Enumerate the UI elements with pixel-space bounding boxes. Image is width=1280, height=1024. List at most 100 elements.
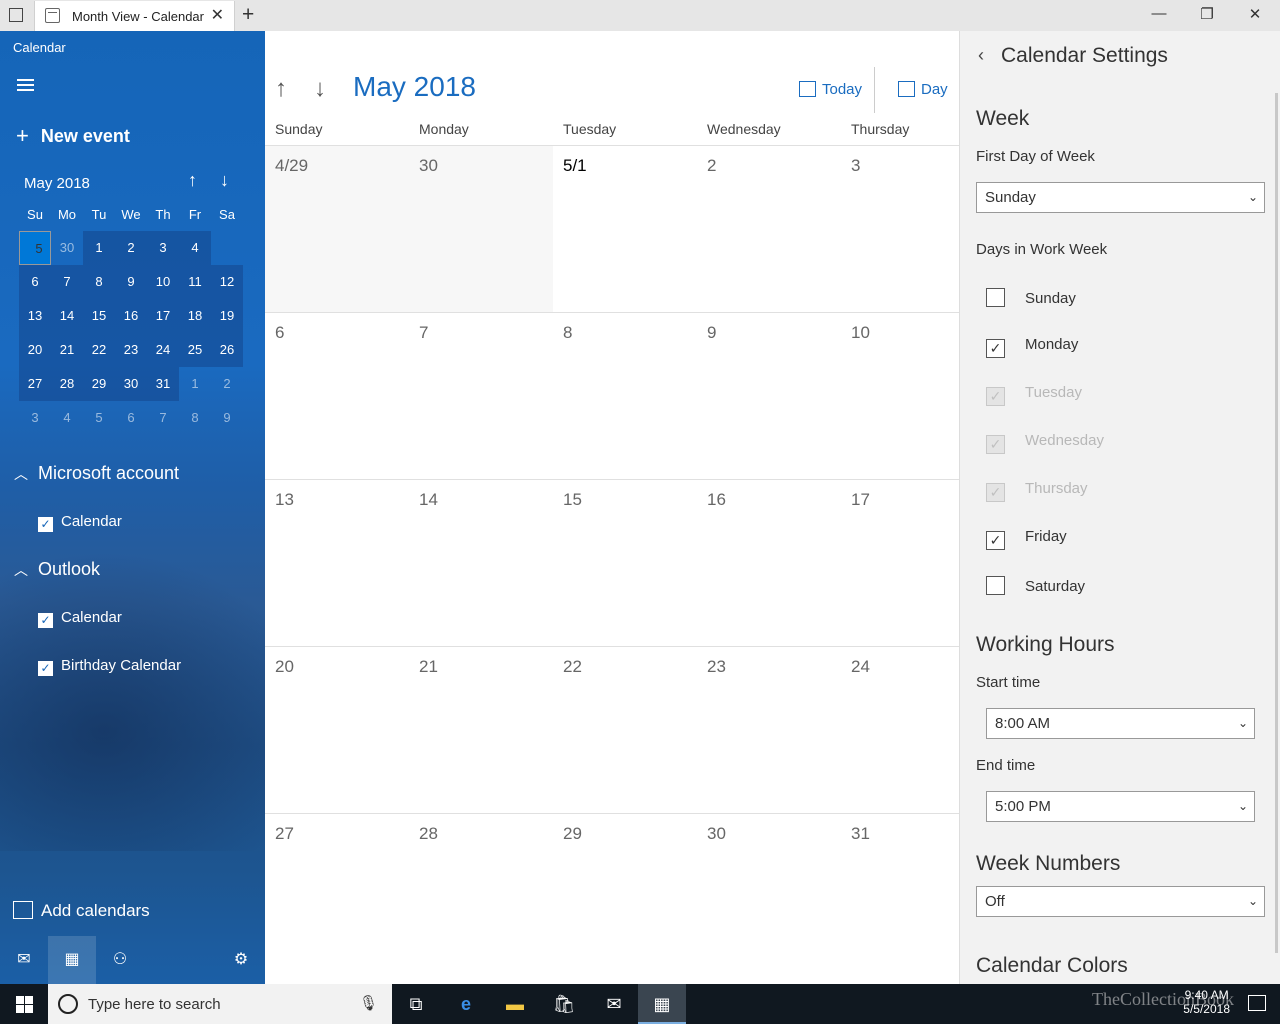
mini-calendar-day[interactable]: 26: [211, 333, 243, 367]
mini-calendar-day[interactable]: 8: [179, 401, 211, 435]
clock[interactable]: 9:40 AM 5/5/2018: [1183, 988, 1230, 1016]
new-event-button[interactable]: + New event: [16, 123, 130, 149]
prev-month-arrow-icon[interactable]: ↑: [275, 75, 287, 103]
new-tab-button[interactable]: +: [242, 3, 254, 27]
checkbox-unchecked-icon[interactable]: [986, 576, 1005, 595]
checkbox-checked-icon[interactable]: ✓: [38, 661, 53, 676]
day-view-button[interactable]: Day: [898, 81, 948, 98]
workday-checkbox-saturday[interactable]: Saturday: [986, 576, 1085, 595]
mini-calendar-day[interactable]: 6: [115, 401, 147, 435]
mini-calendar-day[interactable]: 18: [179, 299, 211, 333]
mini-calendar-day[interactable]: 7: [51, 265, 83, 299]
mini-calendar-day[interactable]: 12: [211, 265, 243, 299]
day-cell[interactable]: 5/1: [553, 146, 697, 312]
workday-checkbox-monday[interactable]: ✓ Monday: [986, 336, 1078, 358]
mail-app-icon[interactable]: ✉: [590, 984, 638, 1024]
mail-icon[interactable]: ✉: [0, 936, 48, 984]
mini-calendar-day[interactable]: 15: [83, 299, 115, 333]
day-cell[interactable]: 21: [409, 647, 553, 813]
day-cell[interactable]: 16: [697, 480, 841, 646]
day-cell[interactable]: 14: [409, 480, 553, 646]
mini-calendar-day[interactable]: 5: [19, 231, 51, 265]
minimize-button[interactable]: —: [1144, 5, 1174, 22]
day-cell[interactable]: 7: [409, 313, 553, 479]
mini-calendar-day[interactable]: 5: [83, 401, 115, 435]
mini-calendar-day[interactable]: 1: [179, 367, 211, 401]
calendar-item[interactable]: ✓ Calendar: [38, 609, 122, 628]
day-cell[interactable]: 24: [841, 647, 959, 813]
day-cell[interactable]: 23: [697, 647, 841, 813]
first-day-select[interactable]: Sunday ⌄: [976, 182, 1265, 213]
settings-gear-icon[interactable]: ⚙: [217, 936, 265, 984]
mini-calendar-day[interactable]: 11: [179, 265, 211, 299]
mini-calendar-day[interactable]: 4: [51, 401, 83, 435]
calendar-nav-icon[interactable]: ▦: [48, 936, 96, 984]
day-cell[interactable]: 13: [265, 480, 409, 646]
close-window-button[interactable]: ✕: [1240, 5, 1270, 23]
mini-calendar-day[interactable]: 16: [115, 299, 147, 333]
day-cell[interactable]: 27: [265, 814, 409, 980]
day-cell[interactable]: 29: [553, 814, 697, 980]
start-time-select[interactable]: 8:00 AM ⌄: [986, 708, 1255, 739]
mini-calendar-day[interactable]: 9: [211, 401, 243, 435]
close-tab-icon[interactable]: ✕: [211, 5, 224, 25]
mini-calendar-day[interactable]: 2: [211, 367, 243, 401]
next-month-arrow-icon[interactable]: ↓: [314, 75, 326, 103]
checkbox-checked-icon[interactable]: ✓: [986, 531, 1005, 550]
day-cell[interactable]: 20: [265, 647, 409, 813]
file-explorer-icon[interactable]: ▬: [491, 984, 539, 1024]
day-cell[interactable]: 15: [553, 480, 697, 646]
mini-calendar-day[interactable]: 27: [19, 367, 51, 401]
hamburger-menu-icon[interactable]: [17, 79, 34, 91]
tab-actions-icon[interactable]: [9, 8, 23, 22]
mini-calendar-day[interactable]: 1: [83, 231, 115, 265]
mini-calendar-day[interactable]: 21: [51, 333, 83, 367]
taskbar-search[interactable]: Type here to search 🎙: [48, 984, 392, 1024]
mini-calendar-title[interactable]: May 2018: [24, 175, 90, 192]
mini-calendar-day[interactable]: 10: [147, 265, 179, 299]
day-cell[interactable]: 31: [841, 814, 959, 980]
day-cell[interactable]: 2: [697, 146, 841, 312]
workday-checkbox-friday[interactable]: ✓ Friday: [986, 528, 1067, 550]
day-cell[interactable]: 22: [553, 647, 697, 813]
account-outlook[interactable]: ︿ Outlook: [14, 559, 100, 580]
mini-calendar-day[interactable]: 6: [19, 265, 51, 299]
restore-button[interactable]: ❐: [1192, 5, 1222, 23]
calendar-item[interactable]: ✓ Calendar: [38, 513, 122, 532]
mini-calendar-day[interactable]: 29: [83, 367, 115, 401]
mini-calendar-prev-arrow-icon[interactable]: ↑: [188, 170, 197, 191]
checkbox-unchecked-icon[interactable]: [986, 288, 1005, 307]
calendar-item[interactable]: ✓ Birthday Calendar: [38, 657, 181, 676]
settings-scrollbar[interactable]: [1275, 93, 1278, 953]
day-cell[interactable]: 28: [409, 814, 553, 980]
browser-tab[interactable]: Month View - Calendar ✕: [34, 1, 235, 31]
day-cell[interactable]: 17: [841, 480, 959, 646]
day-cell[interactable]: 6: [265, 313, 409, 479]
day-cell[interactable]: 8: [553, 313, 697, 479]
mini-calendar-day[interactable]: 24: [147, 333, 179, 367]
today-button[interactable]: Today: [799, 81, 862, 98]
mini-calendar-day[interactable]: 2: [115, 231, 147, 265]
mini-calendar-day[interactable]: 8: [83, 265, 115, 299]
day-cell[interactable]: 9: [697, 313, 841, 479]
calendar-app-icon[interactable]: ▦: [638, 984, 686, 1024]
add-calendars-button[interactable]: Add calendars: [13, 901, 150, 921]
checkbox-checked-icon[interactable]: ✓: [38, 613, 53, 628]
checkbox-checked-icon[interactable]: ✓: [986, 339, 1005, 358]
mini-calendar-day[interactable]: 22: [83, 333, 115, 367]
mini-calendar-day[interactable]: 7: [147, 401, 179, 435]
mini-calendar-day[interactable]: 17: [147, 299, 179, 333]
mini-calendar-day[interactable]: 19: [211, 299, 243, 333]
mini-calendar-day[interactable]: 4: [179, 231, 211, 265]
workday-checkbox-sunday[interactable]: Sunday: [986, 288, 1076, 307]
mini-calendar-day[interactable]: 9: [115, 265, 147, 299]
mini-calendar-day[interactable]: 13: [19, 299, 51, 333]
mini-calendar-day[interactable]: 31: [147, 367, 179, 401]
task-view-icon[interactable]: ⧉: [392, 984, 440, 1024]
mini-calendar-day[interactable]: 3: [19, 401, 51, 435]
mini-calendar-day[interactable]: 23: [115, 333, 147, 367]
week-numbers-select[interactable]: Off ⌄: [976, 886, 1265, 917]
mini-calendar-day[interactable]: 20: [19, 333, 51, 367]
back-chevron-icon[interactable]: ‹: [978, 45, 984, 66]
action-center-icon[interactable]: [1248, 995, 1266, 1011]
